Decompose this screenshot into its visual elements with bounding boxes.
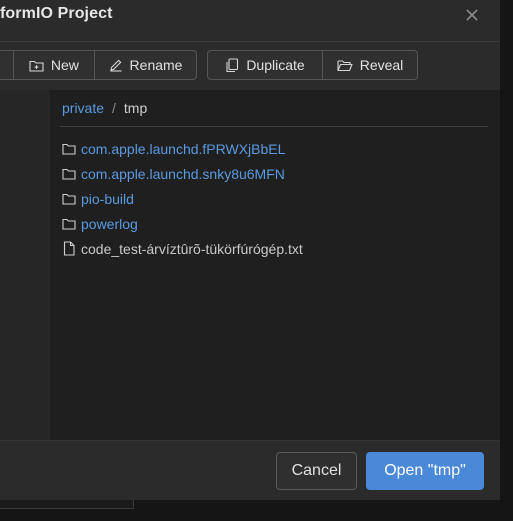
duplicate-icon [226,57,239,72]
breadcrumb-current: tmp [123,100,148,116]
folder-name: pio-build [81,190,134,207]
file-list: com.apple.launchd.fPRWXjBbEL com.apple.l… [62,136,303,261]
duplicate-button[interactable]: Duplicate [208,51,322,79]
breadcrumb-private-link[interactable]: private [62,100,104,116]
open-project-dialog: formIO Project New Rename Duplicate Reve… [0,0,500,500]
open-button[interactable]: Open "tmp" [366,452,484,490]
new-button-label: New [50,57,79,73]
folder-name: com.apple.launchd.fPRWXjBbEL [81,140,286,157]
footer-divider [0,440,500,441]
rename-button-label: Rename [129,57,183,73]
reveal-button-label: Reveal [359,57,404,73]
folder-icon [62,168,76,180]
reveal-button[interactable]: Reveal [322,51,417,79]
folder-name: powerlog [81,215,138,232]
close-button[interactable] [463,6,481,24]
folder-icon [62,193,76,205]
cancel-button[interactable]: Cancel [276,452,357,490]
toolbar-divider [0,41,500,42]
background-window-edge [0,500,134,509]
pencil-icon [109,59,122,72]
breadcrumb-divider [60,126,488,127]
list-item[interactable]: code_test-árvíztûrõ-tükörfúrógép.txt [62,236,303,261]
rename-button[interactable]: Rename [94,51,196,79]
close-icon [466,9,478,21]
new-folder-icon [29,60,44,72]
new-folder-button[interactable]: New [12,51,94,79]
dialog-title: formIO Project [0,5,113,22]
file-icon [63,241,75,256]
list-item[interactable]: com.apple.launchd.fPRWXjBbEL [62,136,303,161]
file-actions-group: New Rename [0,50,197,80]
duplicate-button-label: Duplicate [246,57,305,73]
list-item[interactable]: powerlog [62,211,303,236]
copy-actions-group: Duplicate Reveal [207,50,418,80]
file-name: code_test-árvíztûrõ-tükörfúrógép.txt [81,240,303,257]
folder-icon [62,218,76,230]
open-folder-icon [337,59,353,71]
folder-icon [62,143,76,155]
folder-name: com.apple.launchd.snky8u6MFN [81,165,285,182]
file-browser-panel: private / tmp com.apple.launchd.fPRWXjBb… [50,90,500,440]
list-item[interactable]: pio-build [62,186,303,211]
sidebar [0,90,50,440]
breadcrumb: private / tmp [62,100,147,116]
list-item[interactable]: com.apple.launchd.snky8u6MFN [62,161,303,186]
hidden-toolbar-button[interactable] [0,51,13,79]
breadcrumb-separator: / [112,100,116,116]
